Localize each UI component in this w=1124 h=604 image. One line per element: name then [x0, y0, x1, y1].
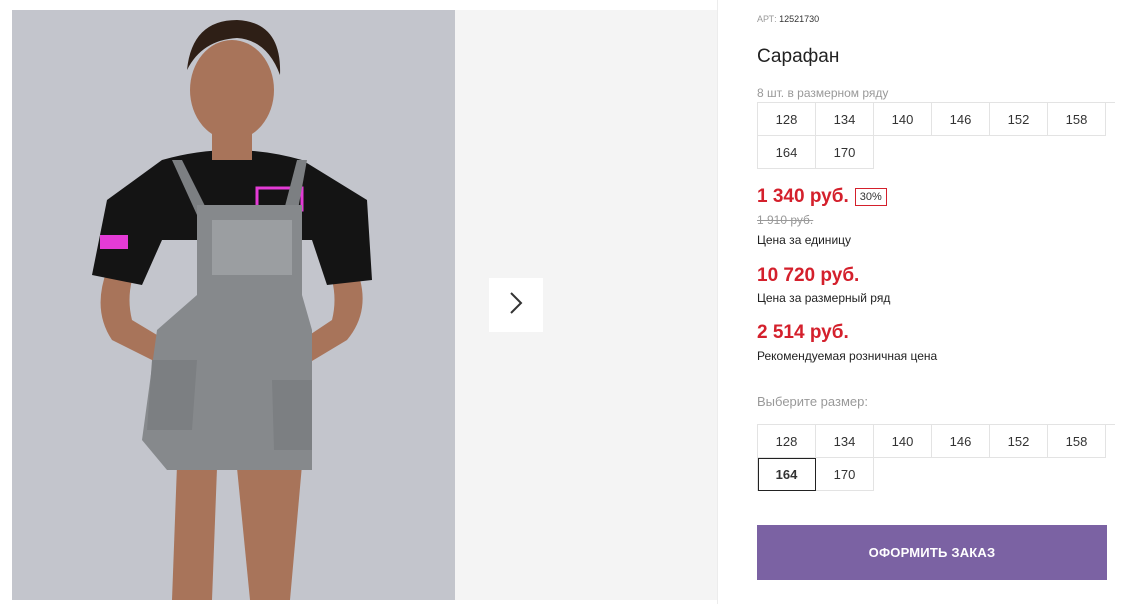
- retail-price-caption: Рекомендуемая розничная цена: [757, 349, 938, 363]
- product-gallery: [12, 10, 717, 600]
- size-range-cell: 134: [816, 103, 874, 136]
- size-picker: 128 134 140 146 152 158 164 170: [757, 424, 1115, 491]
- sku-value: 12521730: [779, 14, 820, 24]
- product-photo: [12, 10, 455, 600]
- order-button[interactable]: ОФОРМИТЬ ЗАКАЗ: [757, 525, 1107, 580]
- unit-price-caption: Цена за единицу: [757, 233, 852, 247]
- size-option-selected[interactable]: 164: [758, 458, 816, 491]
- size-range-cell: 128: [758, 103, 816, 136]
- unit-price: 1 340 руб.: [757, 186, 849, 207]
- size-option[interactable]: 140: [874, 425, 932, 458]
- chevron-right-icon: [509, 291, 523, 320]
- sku: АРТ: 12521730: [757, 14, 819, 24]
- choose-size-label: Выберите размер:: [757, 394, 868, 409]
- column-divider: [717, 0, 718, 604]
- next-image-button[interactable]: [489, 278, 543, 332]
- size-option[interactable]: 146: [932, 425, 990, 458]
- retail-price: 2 514 руб.: [757, 322, 849, 343]
- discount-badge: 30%: [854, 188, 887, 206]
- sku-label: АРТ:: [757, 14, 777, 24]
- size-range-cell: 152: [990, 103, 1048, 136]
- size-range-cell: 158: [1048, 103, 1106, 136]
- size-option[interactable]: 134: [816, 425, 874, 458]
- size-option[interactable]: 152: [990, 425, 1048, 458]
- range-price-caption: Цена за размерный ряд: [757, 291, 891, 305]
- unit-price-row: 1 340 руб. 30%: [757, 186, 887, 208]
- old-price: 1 910 руб.: [757, 213, 814, 227]
- size-range-cell: 170: [816, 136, 874, 169]
- size-range-label: 8 шт. в размерном ряду: [757, 86, 889, 100]
- range-price: 10 720 руб.: [757, 265, 860, 286]
- product-photo-illustration: [12, 10, 455, 600]
- size-range-cell: 146: [932, 103, 990, 136]
- size-option[interactable]: 128: [758, 425, 816, 458]
- product-title: Сарафан: [757, 46, 840, 67]
- size-option[interactable]: 158: [1048, 425, 1106, 458]
- size-range-cell: 164: [758, 136, 816, 169]
- size-range-grid: 128 134 140 146 152 158 164 170: [757, 102, 1115, 169]
- size-option[interactable]: 170: [816, 458, 874, 491]
- size-range-cell: 140: [874, 103, 932, 136]
